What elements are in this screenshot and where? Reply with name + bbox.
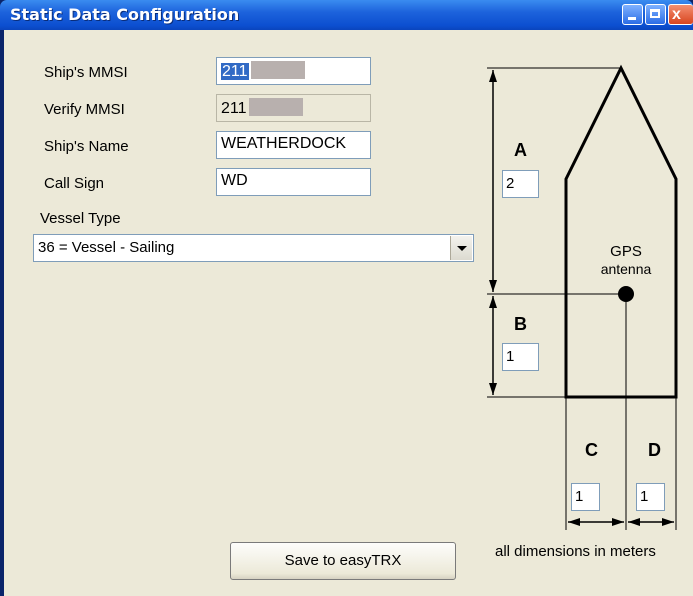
close-icon: x	[672, 6, 681, 23]
maximize-icon	[650, 9, 660, 18]
minimize-icon	[628, 17, 636, 20]
dimension-d-value: 1	[640, 488, 649, 505]
title-bar[interactable]: Static Data Configuration x	[0, 0, 693, 30]
arrow-icon	[489, 280, 497, 292]
dimension-c-value: 1	[575, 488, 584, 505]
arrow-icon	[489, 383, 497, 395]
dimension-a-label: A	[514, 140, 527, 160]
dimension-a-value: 2	[506, 175, 515, 192]
gps-label: GPS	[610, 243, 642, 260]
arrow-icon	[489, 296, 497, 308]
arrowheads	[489, 70, 674, 526]
minimize-button[interactable]	[622, 4, 643, 25]
arrow-icon	[568, 518, 580, 526]
arrow-icon	[662, 518, 674, 526]
window-title: Static Data Configuration	[10, 5, 240, 24]
antenna-label: antenna	[600, 261, 652, 277]
arrow-icon	[489, 70, 497, 82]
dimension-c-label: C	[585, 440, 598, 460]
units-note: all dimensions in meters	[495, 543, 656, 560]
maximize-button[interactable]	[645, 4, 666, 25]
hull-outline	[564, 64, 678, 399]
dimension-b-value: 1	[506, 348, 515, 365]
dimension-d-input[interactable]: 1	[636, 483, 665, 511]
gps-antenna-dot	[618, 286, 634, 302]
dialog-client-area: Ship's MMSI 211 Verify MMSI 211 Ship's N…	[4, 30, 693, 596]
dialog-window: Static Data Configuration x Ship's MMSI …	[0, 0, 693, 596]
arrow-icon	[628, 518, 640, 526]
dimension-c-input[interactable]: 1	[571, 483, 600, 511]
dimension-b-label: B	[514, 314, 527, 334]
arrow-icon	[612, 518, 624, 526]
dimension-b-input[interactable]: 1	[502, 343, 539, 371]
save-button[interactable]: Save to easyTRX	[230, 542, 456, 580]
ship-dimension-diagram	[487, 64, 678, 530]
dimension-d-label: D	[648, 440, 661, 460]
dimension-a-input[interactable]: 2	[502, 170, 539, 198]
close-button[interactable]: x	[668, 4, 693, 25]
